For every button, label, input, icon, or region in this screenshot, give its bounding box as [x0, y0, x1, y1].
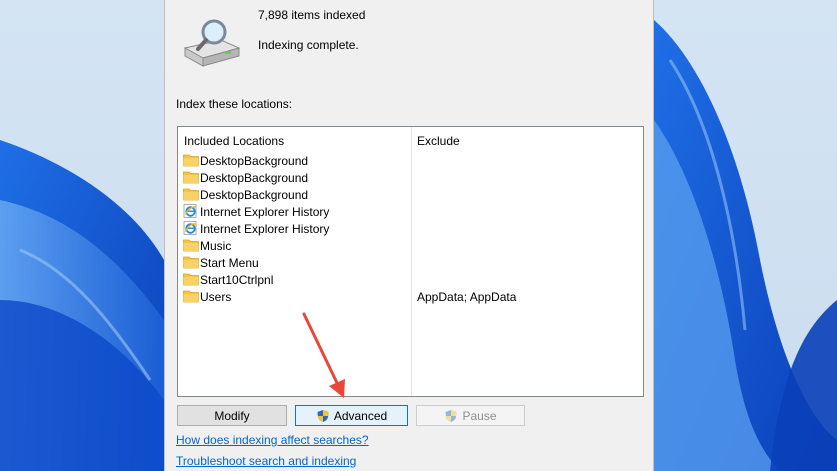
location-row[interactable]: DesktopBackground: [182, 152, 643, 169]
location-row[interactable]: DesktopBackground: [182, 186, 643, 203]
location-name: Start Menu: [200, 256, 259, 270]
column-header-exclude[interactable]: Exclude: [417, 134, 460, 148]
advanced-button-label: Advanced: [333, 408, 388, 423]
drive-search-icon: [183, 19, 241, 67]
location-name: DesktopBackground: [200, 188, 309, 202]
locations-label: Index these locations:: [176, 97, 293, 111]
folder-icon: [183, 188, 199, 201]
location-exclude: AppData; AppData: [417, 290, 517, 304]
folder-icon: [183, 171, 199, 184]
pause-button[interactable]: Pause: [416, 405, 525, 426]
uac-shield-icon: [317, 409, 329, 422]
location-row[interactable]: Internet Explorer History: [182, 220, 643, 237]
location-name: DesktopBackground: [200, 171, 309, 185]
modify-button-label: Modify: [214, 408, 250, 423]
uac-shield-icon: [445, 409, 457, 422]
locations-list[interactable]: Included Locations Exclude DesktopBackgr…: [177, 126, 644, 397]
locations-rows: DesktopBackground DesktopBackground Deskto…: [182, 152, 643, 305]
location-row[interactable]: Music: [182, 237, 643, 254]
location-name: Users: [200, 290, 232, 304]
location-row[interactable]: DesktopBackground: [182, 169, 643, 186]
column-header-included[interactable]: Included Locations: [184, 134, 284, 148]
location-name: Internet Explorer History: [200, 222, 330, 236]
modify-button[interactable]: Modify: [177, 405, 287, 426]
location-name: DesktopBackground: [200, 154, 309, 168]
location-row[interactable]: Start Menu: [182, 254, 643, 271]
items-indexed-count: 7,898 items indexed: [258, 8, 366, 22]
folder-icon: [183, 290, 199, 303]
internet-explorer-icon: [183, 204, 197, 218]
folder-icon: [183, 273, 199, 286]
advanced-button[interactable]: Advanced: [295, 405, 408, 426]
location-row[interactable]: Internet Explorer History: [182, 203, 643, 220]
indexing-status: Indexing complete.: [258, 38, 359, 52]
internet-explorer-icon: [183, 221, 197, 235]
location-row[interactable]: Users AppData; AppData: [182, 288, 643, 305]
pause-button-label: Pause: [462, 408, 497, 423]
location-name: Music: [200, 239, 232, 253]
folder-icon: [183, 239, 199, 252]
location-name: Start10Ctrlpnl: [200, 273, 274, 287]
how-indexing-affects-searches-link[interactable]: How does indexing affect searches?: [176, 433, 369, 447]
troubleshoot-search-indexing-link[interactable]: Troubleshoot search and indexing: [176, 454, 356, 468]
folder-icon: [183, 256, 199, 269]
location-name: Internet Explorer History: [200, 205, 330, 219]
location-row[interactable]: Start10Ctrlpnl: [182, 271, 643, 288]
indexing-options-dialog: 7,898 items indexed Indexing complete. I…: [164, 0, 654, 471]
folder-icon: [183, 154, 199, 167]
